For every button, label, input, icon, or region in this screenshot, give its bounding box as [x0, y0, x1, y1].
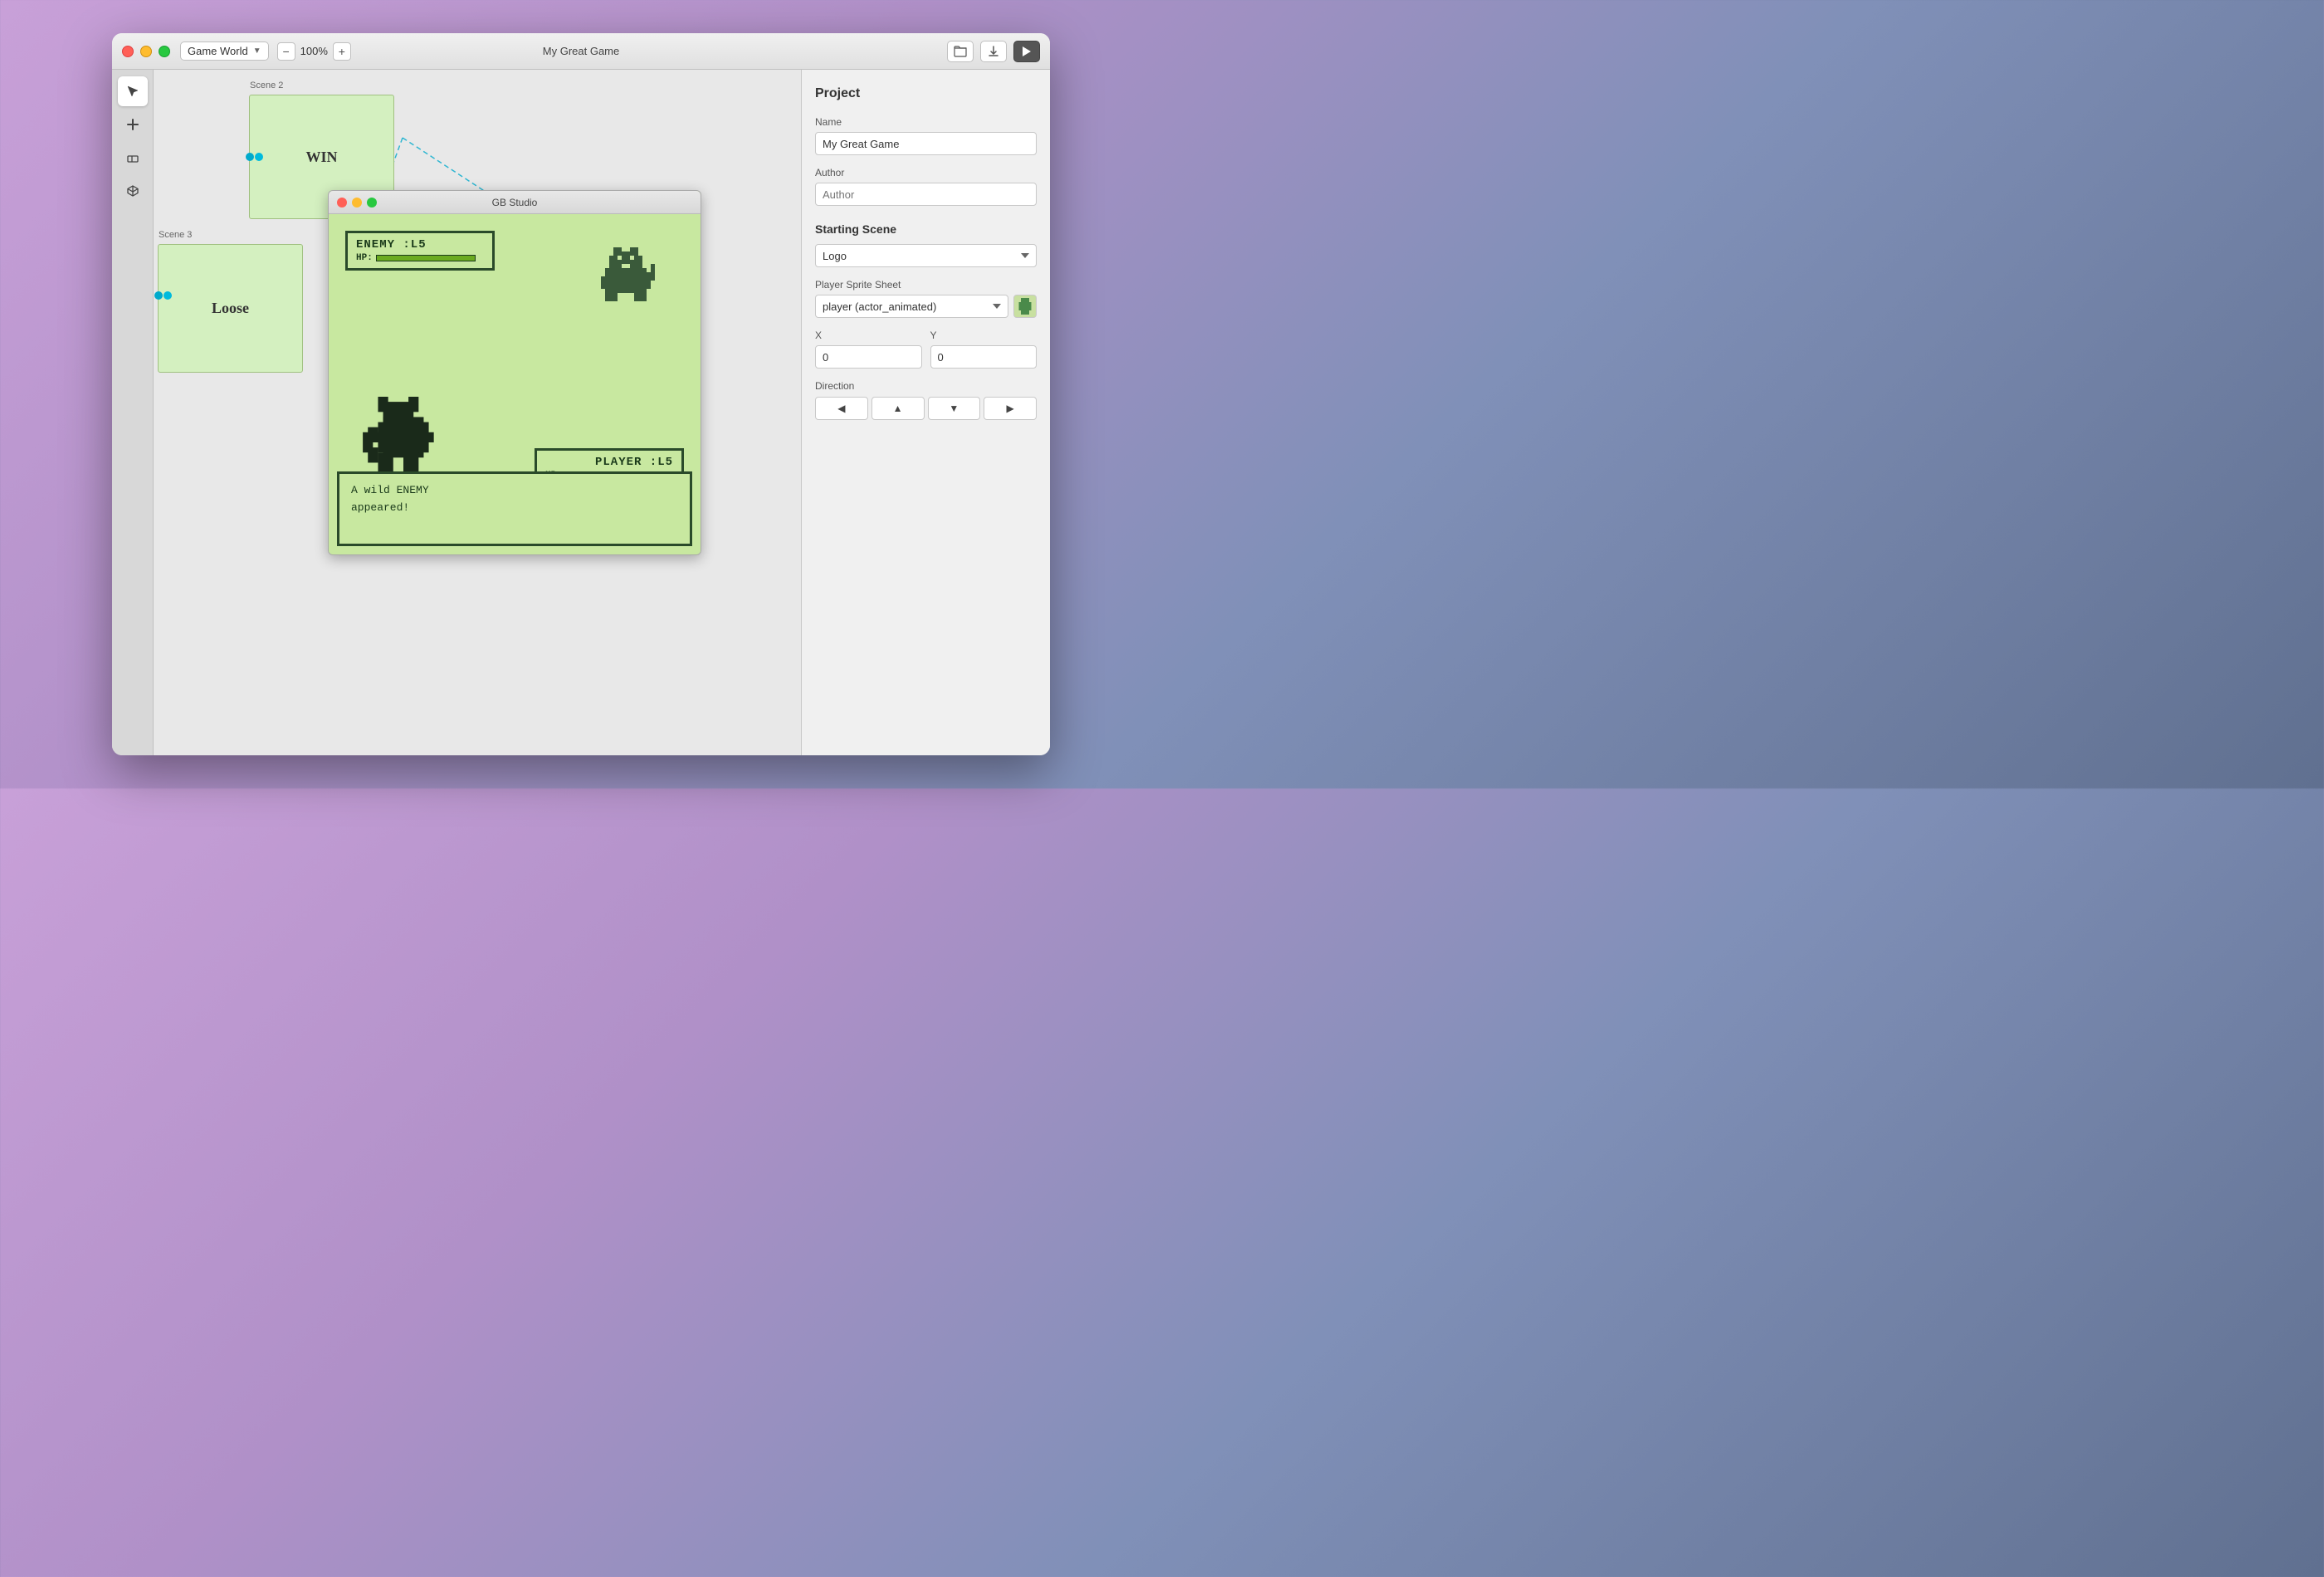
scene-tool-button[interactable] — [118, 176, 148, 206]
x-label: X — [815, 330, 922, 341]
panel-title: Project — [815, 86, 1037, 101]
sprite-preview — [1013, 295, 1037, 318]
scene2-left-connector2[interactable] — [255, 153, 263, 161]
dog-sprite-svg — [593, 247, 659, 314]
traffic-lights — [122, 46, 170, 57]
add-icon — [126, 118, 139, 131]
starting-scene-section-title: Starting Scene — [815, 222, 1037, 236]
right-panel: Project Name Author Starting Scene Logo … — [801, 70, 1050, 755]
zoom-controls: − 100% + — [277, 42, 351, 61]
chevron-down-icon: ▼ — [253, 46, 261, 56]
direction-label: Direction — [815, 380, 1037, 392]
gb-minimize-button[interactable] — [352, 198, 362, 208]
world-selector-label: Game World — [188, 45, 248, 57]
enemy-stats-box: ENEMY :L5 HP: — [345, 231, 495, 271]
player-sprite-select[interactable]: player (actor_animated) — [815, 295, 1008, 318]
dialog-text: A wild ENEMYappeared! — [351, 484, 429, 514]
author-input[interactable] — [815, 183, 1037, 206]
maximize-button[interactable] — [159, 46, 170, 57]
window-title: My Great Game — [543, 45, 619, 57]
add-tool-button[interactable] — [118, 110, 148, 139]
starting-scene-select[interactable]: Logo Scene 2 Scene 3 — [815, 244, 1037, 267]
main-window: Game World ▼ − 100% + My Great Game — [112, 33, 1050, 755]
scene3-left-connector[interactable] — [154, 291, 163, 300]
enemy-sprite — [593, 247, 659, 314]
y-field: Y — [930, 318, 1038, 369]
direction-down-button[interactable]: ▼ — [928, 397, 981, 420]
enemy-hp-bar — [376, 255, 476, 261]
player-sprite-row: player (actor_animated) — [815, 295, 1037, 318]
y-input[interactable] — [930, 345, 1038, 369]
eraser-icon — [126, 151, 139, 164]
title-bar: Game World ▼ − 100% + My Great Game — [112, 33, 1050, 70]
zoom-out-button[interactable]: − — [277, 42, 295, 61]
gb-maximize-button[interactable] — [367, 198, 377, 208]
zoom-level: 100% — [300, 45, 328, 57]
world-selector[interactable]: Game World ▼ — [180, 42, 269, 61]
close-button[interactable] — [122, 46, 134, 57]
gb-window-title: GB Studio — [492, 197, 538, 208]
open-folder-button[interactable] — [947, 41, 974, 62]
select-tool-button[interactable] — [118, 76, 148, 106]
dialog-box: A wild ENEMYappeared! — [337, 471, 692, 546]
export-icon — [987, 45, 1000, 58]
direction-grid: ◀ ▲ ▼ ▶ — [815, 397, 1037, 420]
gb-traffic-lights — [337, 198, 377, 208]
scene2-label: Scene 2 — [250, 81, 283, 90]
play-icon — [1023, 46, 1031, 56]
xy-row: X Y — [815, 318, 1037, 369]
erase-tool-button[interactable] — [118, 143, 148, 173]
direction-right-button[interactable]: ▶ — [984, 397, 1037, 420]
scene3-box[interactable]: Scene 3 Loose — [158, 244, 303, 373]
minimize-button[interactable] — [140, 46, 152, 57]
player-sprite-label: Player Sprite Sheet — [815, 279, 1037, 290]
cursor-icon — [126, 85, 139, 98]
scene2-left-connector[interactable] — [246, 153, 254, 161]
cube-icon — [126, 184, 139, 198]
enemy-hp-container: HP: — [356, 253, 484, 263]
author-label: Author — [815, 167, 1037, 178]
battle-area: ENEMY :L5 HP: — [329, 214, 701, 554]
play-button[interactable] — [1013, 41, 1040, 62]
gb-titlebar: GB Studio — [329, 191, 701, 214]
canvas-area[interactable]: Scene 2 WIN Scene 3 Loose — [154, 70, 801, 755]
name-input[interactable] — [815, 132, 1037, 155]
enemy-name: ENEMY :L5 — [356, 238, 484, 251]
x-field: X — [815, 318, 922, 369]
scene3-title: Loose — [159, 245, 302, 372]
gb-close-button[interactable] — [337, 198, 347, 208]
main-content: Scene 2 WIN Scene 3 Loose — [112, 70, 1050, 755]
scene3-label: Scene 3 — [159, 230, 192, 240]
name-label: Name — [815, 116, 1037, 128]
player-name: PLAYER :L5 — [545, 456, 673, 469]
toolbar — [112, 70, 154, 755]
zoom-in-button[interactable]: + — [333, 42, 351, 61]
x-input[interactable] — [815, 345, 922, 369]
export-button[interactable] — [980, 41, 1007, 62]
y-label: Y — [930, 330, 1038, 341]
gb-studio-window[interactable]: GB Studio ENEMY :L5 HP: — [328, 190, 701, 555]
direction-left-button[interactable]: ◀ — [815, 397, 868, 420]
gb-content: ENEMY :L5 HP: — [329, 214, 701, 554]
sprite-thumbnail — [1017, 298, 1033, 315]
enemy-hp-label: HP: — [356, 253, 373, 263]
title-bar-actions — [947, 41, 1040, 62]
scene3-left-connector2[interactable] — [164, 291, 172, 300]
folder-icon — [954, 46, 967, 57]
direction-up-button[interactable]: ▲ — [872, 397, 925, 420]
